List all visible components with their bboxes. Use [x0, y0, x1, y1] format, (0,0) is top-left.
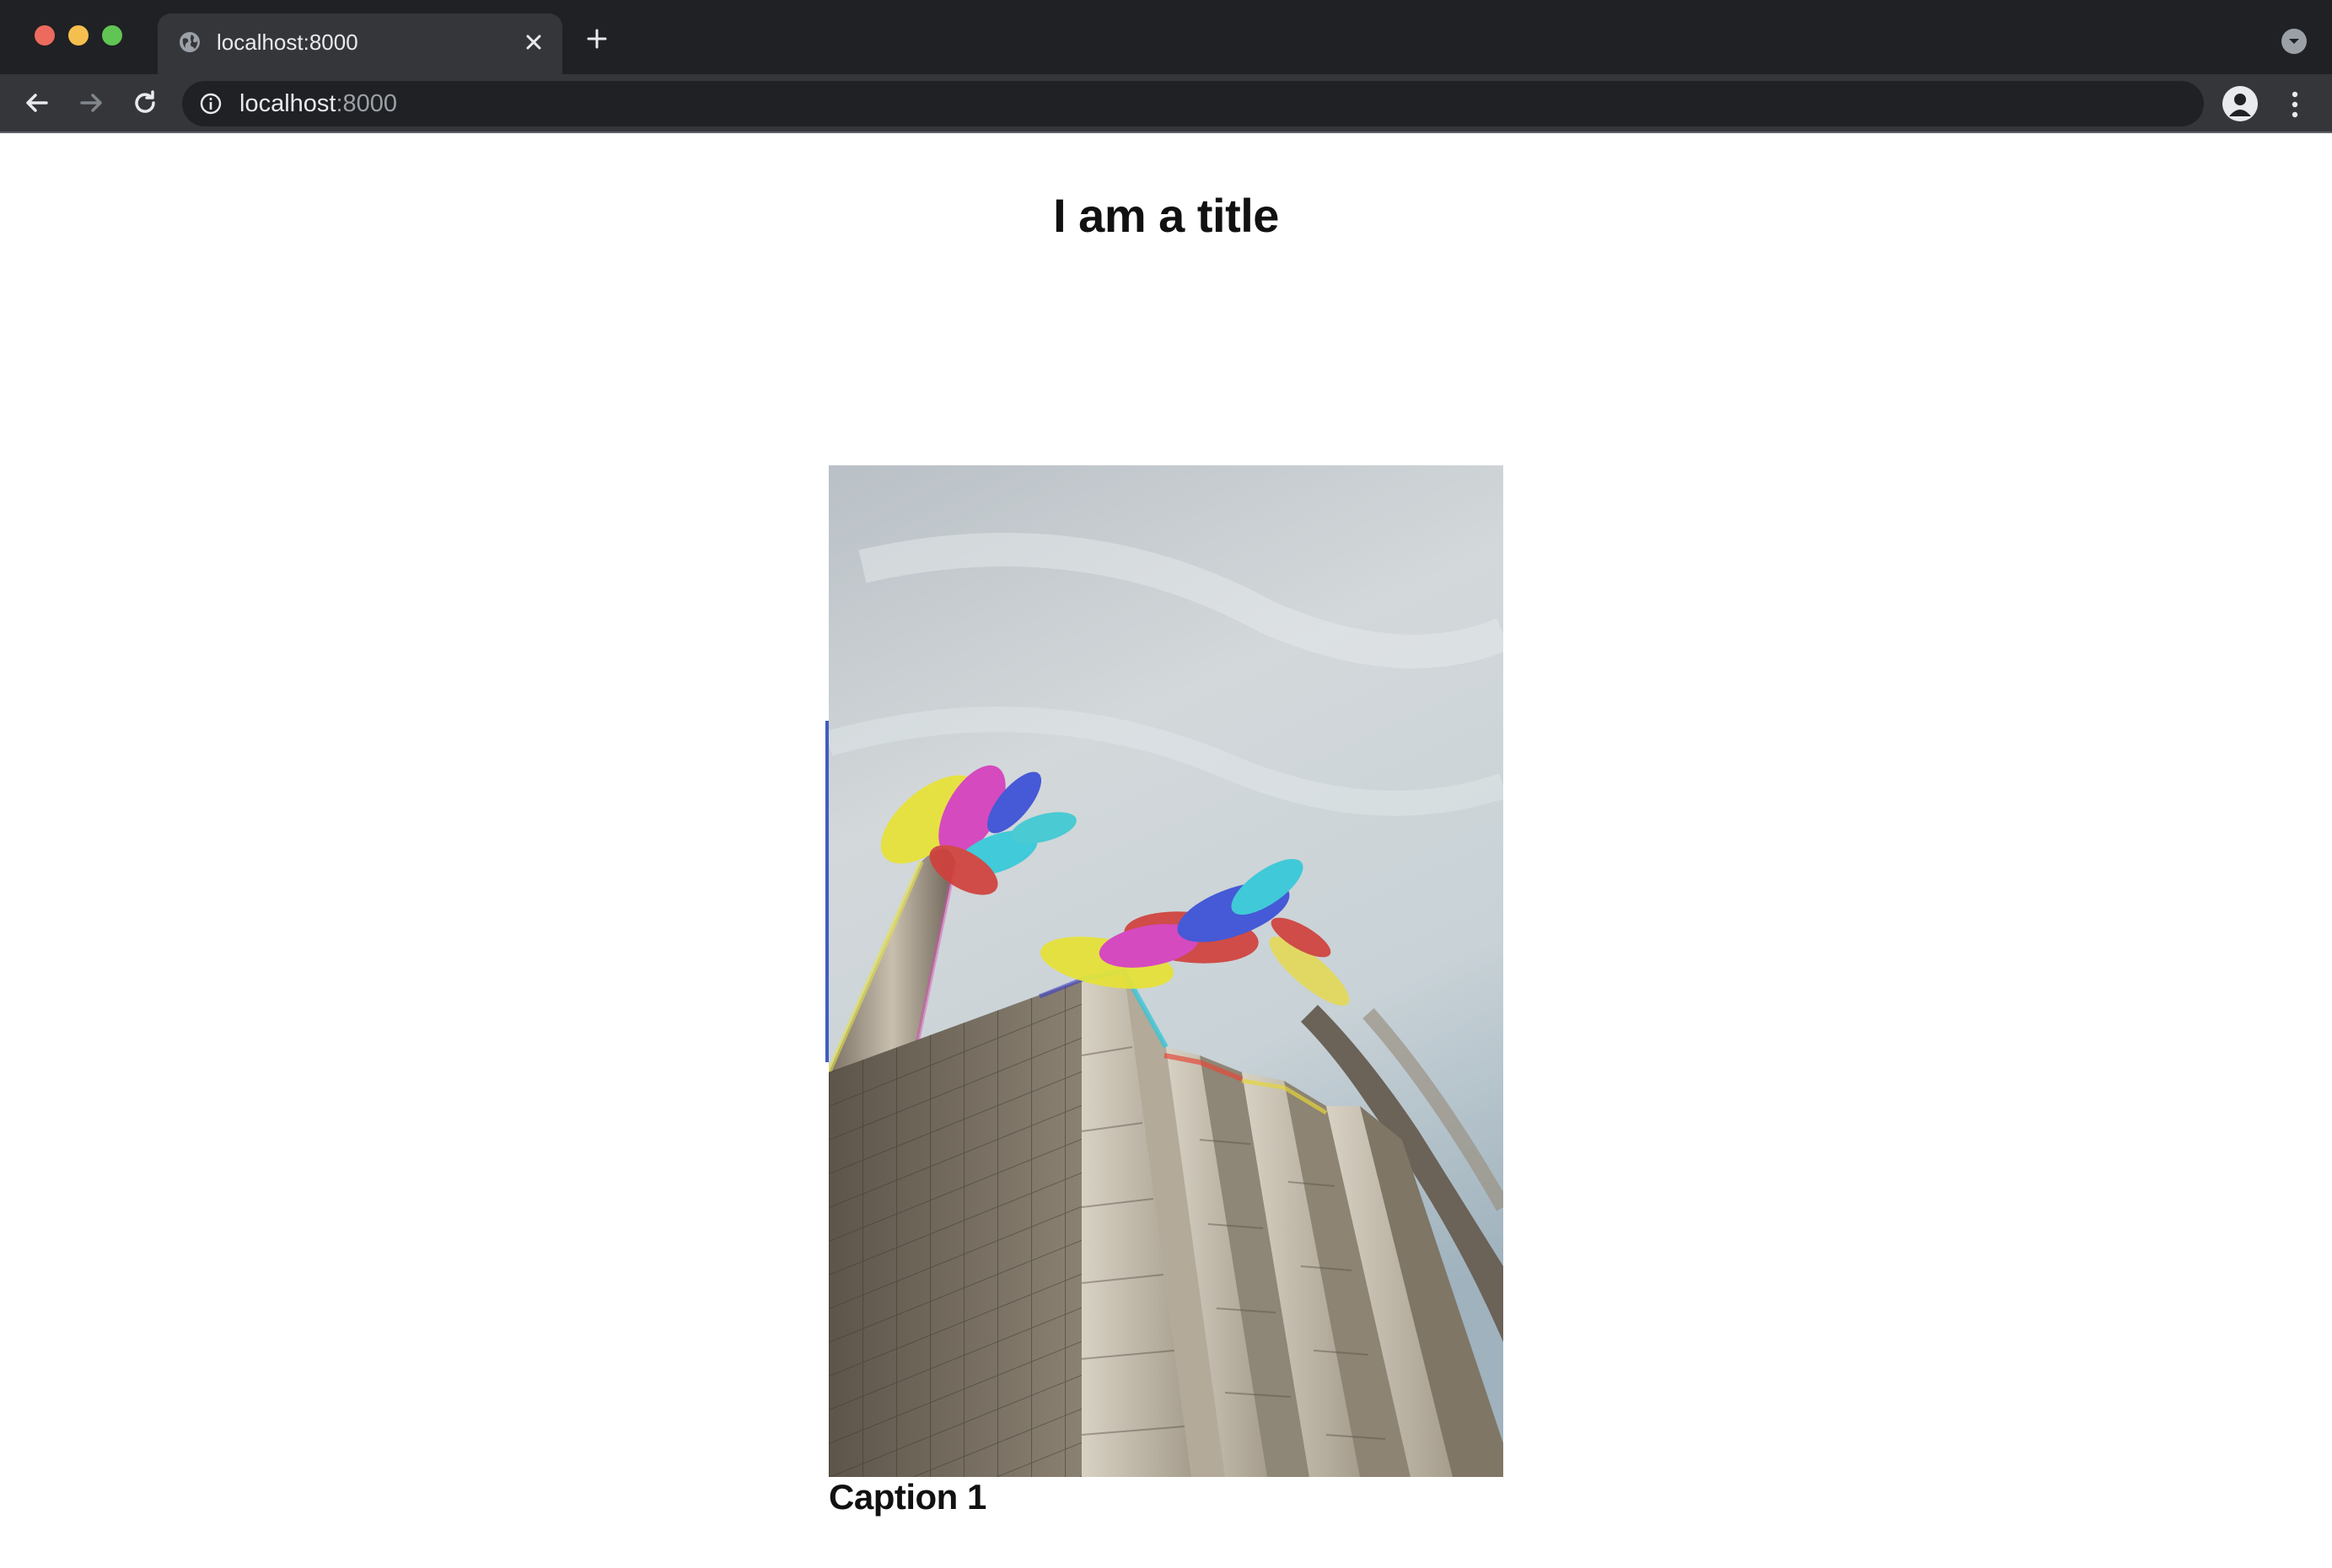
window-maximize-button[interactable]: [102, 25, 122, 46]
window-minimize-button[interactable]: [68, 25, 89, 46]
tab-title: localhost:8000: [217, 30, 358, 55]
page-title: I am a title: [1053, 189, 1279, 242]
profile-icon[interactable]: [2222, 86, 2258, 121]
browser-tab[interactable]: localhost:8000: [158, 13, 562, 74]
kebab-menu-icon[interactable]: [2280, 88, 2310, 121]
figure-image: [829, 465, 1503, 1477]
toolbar-divider: [0, 132, 2332, 133]
info-icon[interactable]: [199, 92, 223, 115]
url-host: localhost: [239, 90, 336, 117]
forward-arrow-icon[interactable]: [74, 86, 108, 120]
tab-strip: localhost:8000: [0, 0, 2332, 74]
close-icon[interactable]: [520, 29, 547, 56]
url-text[interactable]: localhost:8000: [239, 89, 397, 118]
url-port: :8000: [336, 90, 398, 117]
browser-toolbar: localhost:8000: [0, 74, 2332, 133]
address-bar[interactable]: localhost:8000: [182, 81, 2204, 126]
figure-caption: Caption 1: [829, 1477, 986, 1517]
globe-icon: [180, 32, 200, 52]
new-tab-plus-icon[interactable]: [583, 25, 610, 52]
reload-icon[interactable]: [128, 86, 162, 120]
tab-search-icon[interactable]: [2281, 29, 2307, 54]
back-arrow-icon[interactable]: [20, 86, 54, 120]
window-close-button[interactable]: [35, 25, 55, 46]
